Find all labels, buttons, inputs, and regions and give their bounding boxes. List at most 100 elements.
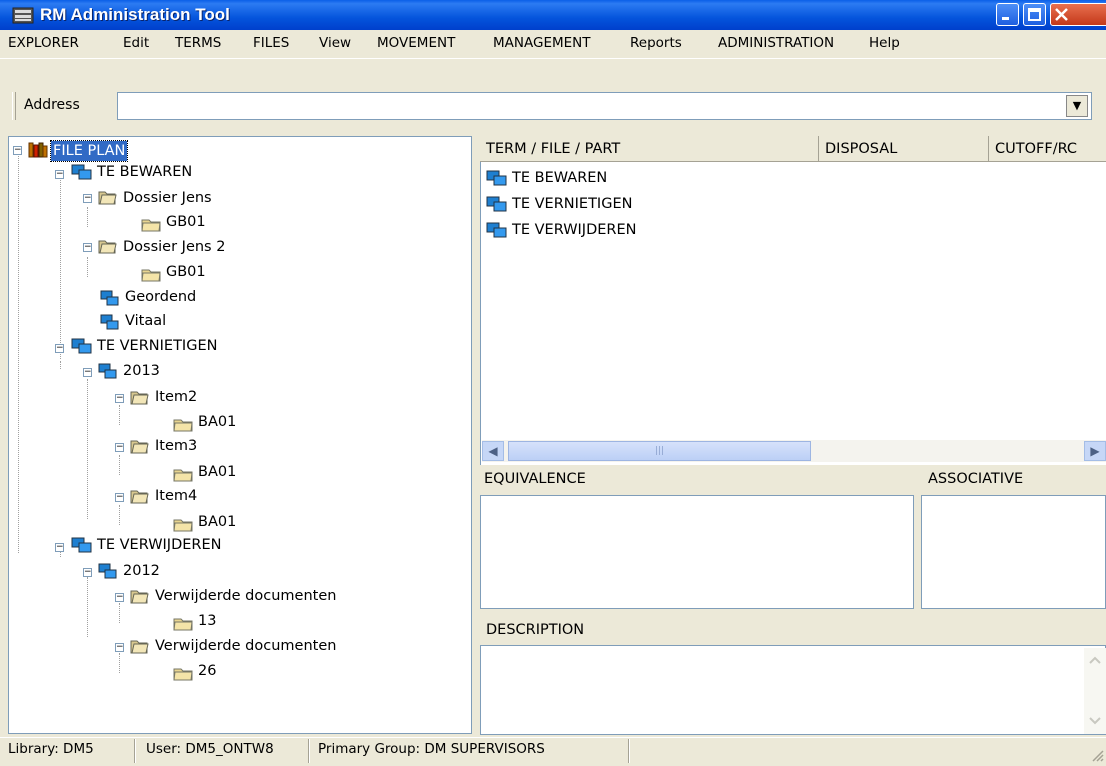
tree-line [119,653,120,673]
collapse-toggle[interactable]: − [115,643,124,652]
collapse-toggle[interactable]: − [115,593,124,602]
collapse-toggle[interactable]: − [115,493,124,502]
term-computer-icon [486,222,507,238]
toolbar-grip[interactable] [12,92,16,120]
title-bar[interactable]: RM Administration Tool [0,0,1106,30]
category-icon [98,563,117,579]
close-button[interactable] [1050,3,1106,26]
collapse-toggle[interactable]: − [83,368,92,377]
open-folders-icon [98,240,117,254]
collapse-toggle[interactable]: − [55,344,64,353]
collapse-toggle[interactable]: − [55,170,64,179]
collapse-toggle[interactable]: − [83,243,92,252]
tree-item-label: Dossier Jens 2 [123,239,226,255]
tree-item-label: BA01 [198,464,237,480]
chevron-left-icon: ◀ [488,444,498,458]
collapse-toggle[interactable]: − [83,194,92,203]
menu-explorer[interactable]: EXPLORER [8,35,79,51]
tree-item-label: 13 [198,613,217,629]
folder-icon [173,618,193,631]
resize-grip-icon[interactable] [1090,748,1104,762]
status-user: User: DM5_ONTW8 [146,741,274,757]
tree-item-label: TE BEWAREN [97,164,193,180]
close-icon [1055,8,1068,21]
scroll-left-button[interactable]: ◀ [482,441,504,461]
equivalence-list[interactable] [480,495,914,609]
tree-item-label: Verwijderde documenten [155,638,337,654]
term-computer-icon [71,338,92,354]
category-icon [100,314,119,330]
minimize-button[interactable] [996,3,1019,26]
tree-item-label: GB01 [166,264,206,280]
category-icon [98,363,117,379]
tree-line [119,505,120,525]
term-computer-icon [71,164,92,180]
collapse-toggle[interactable]: − [83,568,92,577]
address-dropdown-button[interactable]: ▼ [1066,95,1088,117]
tree-item-label: Geordend [125,289,197,305]
term-computer-icon [486,170,507,186]
menu-edit[interactable]: Edit [123,35,149,51]
address-input[interactable] [117,92,1092,120]
chevron-down-icon: ▼ [1072,99,1082,112]
menu-terms[interactable]: TERMS [175,35,221,51]
column-header-term-file-part[interactable]: TERM / FILE / PART [480,136,819,162]
open-folders-icon [130,391,149,405]
minimize-icon [1002,17,1009,20]
associative-label: ASSOCIATIVE [928,471,1024,487]
menu-files[interactable]: FILES [253,35,289,51]
open-folders-icon [130,490,149,504]
collapse-toggle[interactable]: − [55,543,64,552]
tree-line [87,577,88,637]
tree-line [87,257,88,277]
scroll-arrows-icon [1089,656,1101,725]
open-folders-icon [98,191,117,205]
collapse-toggle[interactable]: − [115,394,124,403]
tree-line [87,379,88,519]
tree-line [119,405,120,425]
tree-item-label: 2012 [123,563,160,579]
menu-management[interactable]: MANAGEMENT [493,35,591,51]
tree-item-label: BA01 [198,414,237,430]
tree-item-label: TE VERNIETIGEN [97,338,218,354]
folder-icon [173,469,193,482]
window-title: RM Administration Tool [40,5,230,24]
tree-item-label: TE VERWIJDEREN [97,537,222,553]
column-header-disposal[interactable]: DISPOSAL [819,136,989,162]
equivalence-label: EQUIVALENCE [484,471,586,487]
collapse-toggle[interactable]: − [13,146,22,155]
menu-help[interactable]: Help [869,35,900,51]
open-folders-icon [130,440,149,454]
tree-line [119,603,120,623]
open-folders-icon [130,640,149,654]
tree-item-label: GB01 [166,214,206,230]
scroll-right-button[interactable]: ▶ [1084,441,1106,461]
description-label: DESCRIPTION [486,622,585,638]
list-item[interactable]: TE VERNIETIGEN [512,196,632,212]
tree-item-label: Dossier Jens [123,190,212,206]
tree-item-label: 26 [198,663,217,679]
term-computer-icon [486,196,507,212]
description-textarea[interactable] [480,645,1106,735]
maximize-button[interactable] [1023,3,1046,26]
folder-icon [173,419,193,432]
tree-line [60,361,61,369]
collapse-toggle[interactable]: − [115,443,124,452]
menu-movement[interactable]: MOVEMENT [377,35,455,51]
status-primary-group: Primary Group: DM SUPERVISORS [318,741,545,757]
tree-item-label: 2013 [123,363,160,379]
status-separator [308,739,310,763]
status-library: Library: DM5 [8,741,94,757]
list-item[interactable]: TE BEWAREN [512,170,607,186]
column-header-cutoff[interactable]: CUTOFF/RC [989,136,1106,162]
list-item[interactable]: TE VERWIJDEREN [512,222,637,238]
folder-icon [141,269,161,282]
menu-administration[interactable]: ADMINISTRATION [718,35,834,51]
status-separator [628,739,630,763]
tree-line [119,455,120,475]
menu-view[interactable]: View [319,35,351,51]
associative-list[interactable] [921,495,1106,609]
scrollbar-thumb[interactable]: ||| [508,441,811,461]
vertical-scrollbar[interactable] [1084,648,1106,734]
menu-reports[interactable]: Reports [630,35,682,51]
